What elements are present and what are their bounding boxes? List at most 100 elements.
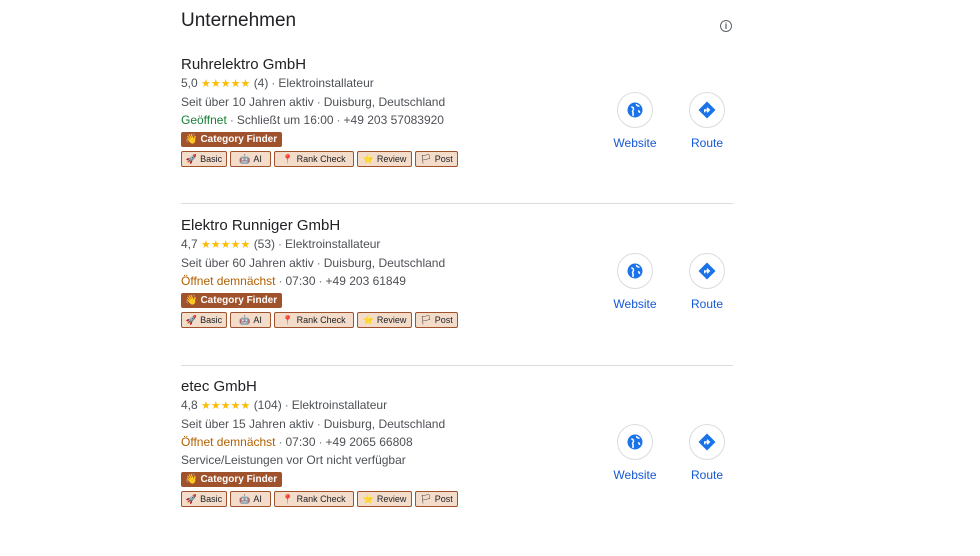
website-icon-circle[interactable] [617,253,653,289]
route-button[interactable]: Route [677,253,737,311]
tool-label: AI [253,315,262,325]
phone-number[interactable]: +49 2065 66808 [326,435,413,449]
basic-button[interactable]: 🚀 Basic [181,151,227,167]
website-icon-circle[interactable] [617,424,653,460]
category-finder-badge[interactable]: 👋 Category Finder [181,132,283,147]
route-label[interactable]: Route [677,136,737,150]
directions-icon [698,433,716,451]
website-button[interactable]: Website [605,92,665,150]
business-card[interactable]: Elektro Runniger GmbH 4,7 ★★★★★ (53) · Ele… [181,217,733,328]
hours-text: Schließt um 16:00 [236,113,334,127]
separator-dot: · [316,256,321,270]
basic-button[interactable]: 🚀 Basic [181,312,227,328]
star-rating-icon: ★★★★★ [201,239,251,251]
post-button[interactable]: 🏳 Post [415,151,458,167]
open-status: Öffnet demnächst [181,435,276,449]
business-card[interactable]: etec GmbH 4,8 ★★★★★ (104) · Elektroinstall… [181,378,733,507]
route-button[interactable]: Route [677,424,737,482]
phone-number[interactable]: +49 203 57083920 [344,113,444,127]
route-label[interactable]: Route [677,297,737,311]
star-icon: ⭐ [362,314,374,325]
post-button[interactable]: 🏳 Post [415,312,458,328]
business-category: Elektroinstallateur [278,76,374,90]
divider [181,365,733,366]
separator-dot: · [318,435,323,449]
robot-icon: 🤖 [239,314,251,325]
action-buttons: Website Route [605,253,745,323]
tool-label: Basic [200,154,223,164]
separator-dot: · [316,417,321,431]
route-icon-circle[interactable] [689,253,725,289]
flag-icon: 🏳 [420,314,432,325]
star-rating-icon: ★★★★★ [201,400,251,412]
website-label[interactable]: Website [605,136,665,150]
map-pin-icon: 📍 [282,493,294,504]
website-label[interactable]: Website [605,468,665,482]
flag-icon: 🏳 [420,153,432,164]
rocket-icon: 🚀 [185,153,198,164]
route-button[interactable]: Route [677,92,737,150]
rating-line: 4,7 ★★★★★ (53) · Elektroinstallateur [181,235,733,253]
business-name[interactable]: Elektro Runniger GmbH [181,217,733,235]
separator-dot: · [318,274,323,288]
separator-dot: · [278,435,283,449]
open-status: Geöffnet [181,113,227,127]
info-icon[interactable]: i [720,20,732,32]
category-finder-badge[interactable]: 👋 Category Finder [181,472,283,487]
review-count[interactable]: (53) [254,237,275,251]
separator-dot: · [316,95,321,109]
website-button[interactable]: Website [605,253,665,311]
route-icon-circle[interactable] [689,92,725,128]
category-finder-label: Category Finder [200,295,278,306]
rank-check-button[interactable]: 📍 Rank Check [274,151,354,167]
section-title: Unternehmen [181,10,297,31]
website-label[interactable]: Website [605,297,665,311]
directions-icon [698,101,716,119]
rating-value: 5,0 [181,76,198,90]
review-button[interactable]: ⭐ Review [357,491,412,507]
tool-label: AI [253,494,262,504]
business-location: Duisburg, Deutschland [323,256,446,270]
robot-icon: 🤖 [239,153,251,164]
review-count[interactable]: (104) [254,398,282,412]
rating-value: 4,8 [181,398,198,412]
years-active: Seit über 60 Jahren aktiv [181,256,314,270]
review-button[interactable]: ⭐ Review [357,151,412,167]
star-rating-icon: ★★★★★ [201,78,251,90]
business-name[interactable]: Ruhrelektro GmbH [181,56,733,74]
review-button[interactable]: ⭐ Review [357,312,412,328]
flag-icon: 🏳 [420,493,432,504]
phone-number[interactable]: +49 203 61849 [326,274,406,288]
review-count[interactable]: (4) [254,76,269,90]
tool-label: Rank Check [296,154,346,164]
route-label[interactable]: Route [677,468,737,482]
map-pin-icon: 📍 [282,153,294,164]
years-active: Seit über 10 Jahren aktiv [181,95,314,109]
ai-button[interactable]: 🤖 AI [230,151,271,167]
ai-button[interactable]: 🤖 AI [230,312,271,328]
rank-check-button[interactable]: 📍 Rank Check [274,491,354,507]
category-finder-badge[interactable]: 👋 Category Finder [181,293,283,308]
basic-button[interactable]: 🚀 Basic [181,491,227,507]
route-icon-circle[interactable] [689,424,725,460]
tool-label: Review [376,315,407,325]
business-category: Elektroinstallateur [285,237,381,251]
ai-button[interactable]: 🤖 AI [230,491,271,507]
years-active: Seit über 15 Jahren aktiv [181,417,314,431]
map-pin-icon: 📍 [282,314,294,325]
tool-label: Review [376,154,407,164]
globe-icon [627,263,643,279]
tool-label: Review [376,494,407,504]
tool-label: Post [434,154,453,164]
tool-label: Basic [200,494,223,504]
website-icon-circle[interactable] [617,92,653,128]
rocket-icon: 🚀 [185,493,198,504]
website-button[interactable]: Website [605,424,665,482]
business-card[interactable]: Ruhrelektro GmbH 5,0 ★★★★★ (4) · Elektroin… [181,56,733,167]
business-name[interactable]: etec GmbH [181,378,733,396]
directions-icon [698,262,716,280]
post-button[interactable]: 🏳 Post [415,491,458,507]
tool-label: Rank Check [296,494,346,504]
separator-dot: · [278,237,283,251]
rank-check-button[interactable]: 📍 Rank Check [274,312,354,328]
